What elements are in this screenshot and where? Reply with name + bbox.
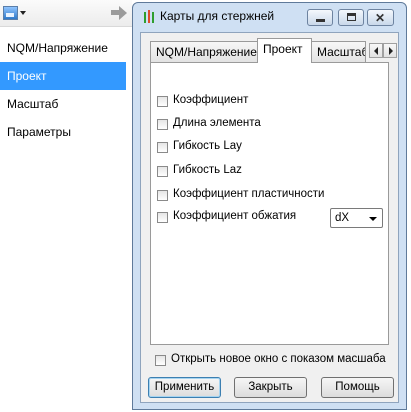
close-button[interactable]: Закрыть: [234, 377, 307, 398]
maximize-button[interactable]: [338, 9, 364, 26]
title-bar[interactable]: Карты для стержней ✕: [133, 3, 406, 31]
tab-scale[interactable]: Масштаб: [311, 41, 366, 62]
checkbox-label: Гибкость Lay: [173, 140, 242, 152]
nav-item-parameters[interactable]: Параметры: [0, 118, 126, 146]
arrow-right-icon[interactable]: [111, 6, 127, 20]
direction-select[interactable]: dX: [330, 208, 383, 228]
help-button[interactable]: Помощь: [321, 377, 394, 398]
checkbox[interactable]: [157, 142, 168, 153]
tab-project[interactable]: Проект: [257, 38, 312, 63]
nav-list: NQM/Напряжение Проект Масштаб Параметры: [0, 34, 126, 146]
app-icon: [144, 10, 154, 23]
tab-scroll-left-button[interactable]: [369, 43, 383, 58]
caret-down-icon: [20, 11, 26, 15]
chevron-left-icon: [374, 47, 378, 55]
open-new-window-label: Открыть новое окно с показом масшаба: [171, 353, 386, 365]
checkbox-label: Коэффициент: [173, 94, 249, 106]
dialog-window: Карты для стержней ✕ NQM/Напряжение Прое…: [132, 2, 407, 410]
apply-button[interactable]: Применить: [148, 377, 221, 398]
checkbox[interactable]: [157, 119, 168, 130]
nav-item-scale[interactable]: Масштаб: [0, 90, 126, 118]
left-panel: NQM/Напряжение Проект Масштаб Параметры: [0, 0, 132, 412]
minimize-icon: [316, 19, 325, 22]
chevron-right-icon: [389, 47, 393, 55]
checkbox[interactable]: [157, 190, 168, 201]
tab-page-project: Коэффициент Длина элемента Гибкость Lay …: [150, 62, 389, 345]
chevron-down-icon: [369, 217, 377, 221]
maximize-icon: [347, 13, 356, 21]
close-icon: ✕: [375, 11, 386, 25]
checkbox-label: Коэффициент пластичности: [173, 188, 325, 200]
tab-scroll-right-button[interactable]: [383, 43, 397, 58]
close-window-button[interactable]: ✕: [367, 9, 394, 26]
tab-nqm[interactable]: NQM/Напряжение: [150, 41, 258, 62]
checkbox[interactable]: [157, 166, 168, 177]
checkbox-label: Коэффициент обжатия: [173, 210, 297, 222]
open-new-window-checkbox[interactable]: [155, 355, 166, 366]
left-toolbar: [0, 0, 132, 27]
checkbox[interactable]: [157, 212, 168, 223]
window-title: Карты для стержней: [160, 9, 275, 23]
nav-item-nqm[interactable]: NQM/Напряжение: [0, 34, 126, 62]
checkbox[interactable]: [157, 96, 168, 107]
picture-icon: [3, 6, 18, 20]
checkbox-label: Гибкость Laz: [173, 164, 242, 176]
image-dropdown-button[interactable]: [3, 5, 27, 21]
checkbox-label: Длина элемента: [173, 117, 261, 129]
nav-item-project[interactable]: Проект: [0, 62, 126, 90]
minimize-button[interactable]: [307, 9, 333, 26]
dialog-client-area: NQM/Напряжение Проект Масштаб Коэффициен…: [140, 32, 399, 403]
select-value: dX: [335, 212, 350, 224]
